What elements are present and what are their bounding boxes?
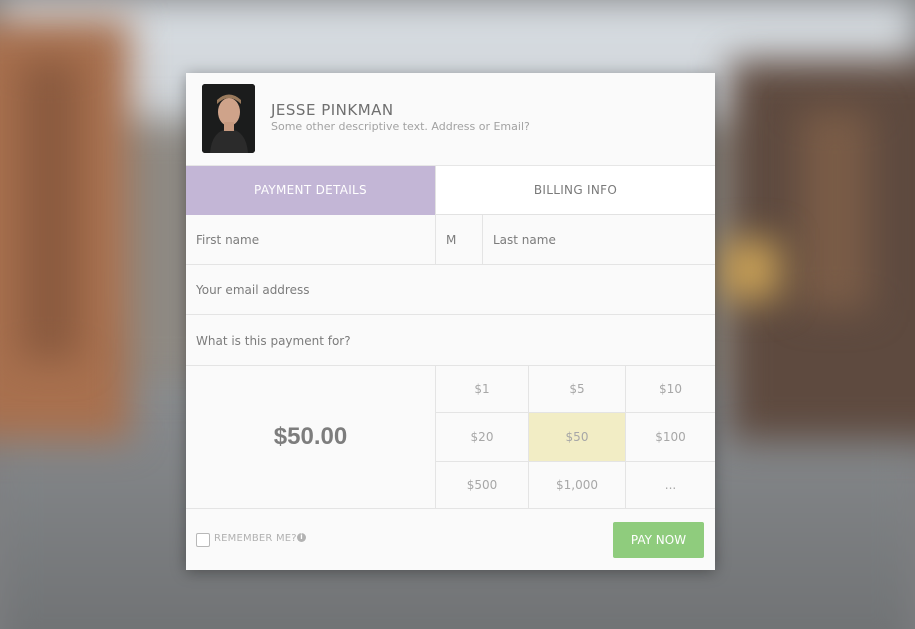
amount-options-grid: $1 $5 $10 $20 $50 $100 $500 $1,000 ...	[435, 366, 715, 508]
purpose-row	[186, 316, 715, 366]
avatar	[202, 84, 255, 153]
last-name-field[interactable]	[483, 215, 715, 264]
profile-header: JESSE PINKMAN Some other descriptive tex…	[186, 73, 715, 165]
remember-me-label: REMEMBER ME?	[214, 533, 297, 544]
remember-me-checkbox[interactable]	[196, 533, 210, 547]
amount-option-20[interactable]: $20	[436, 413, 529, 462]
total-amount: $50.00	[273, 423, 348, 450]
tab-payment-details[interactable]: PAYMENT DETAILS	[186, 166, 435, 215]
info-icon[interactable]: i	[297, 533, 306, 542]
tab-billing-info[interactable]: BILLING INFO	[435, 166, 715, 215]
amount-option-5[interactable]: $5	[529, 366, 626, 413]
payment-purpose-field[interactable]	[186, 316, 715, 365]
amount-option-1[interactable]: $1	[436, 366, 529, 413]
email-row	[186, 265, 715, 315]
payment-card: JESSE PINKMAN Some other descriptive tex…	[186, 73, 715, 570]
pay-now-button[interactable]: PAY NOW	[613, 522, 704, 558]
first-name-field[interactable]	[186, 215, 435, 264]
name-row	[186, 215, 715, 265]
middle-initial-field[interactable]	[436, 215, 482, 264]
amount-option-more[interactable]: ...	[626, 462, 715, 508]
amount-option-500[interactable]: $500	[436, 462, 529, 508]
profile-name: JESSE PINKMAN	[271, 101, 394, 119]
amount-option-100[interactable]: $100	[626, 413, 715, 462]
profile-description: Some other descriptive text. Address or …	[271, 120, 530, 133]
card-footer: REMEMBER ME? i PAY NOW	[186, 509, 715, 570]
amount-option-10[interactable]: $10	[626, 366, 715, 413]
amount-section: $50.00 $1 $5 $10 $20 $50 $100 $500 $1,00…	[186, 366, 715, 509]
amount-option-50-selected[interactable]: $50	[529, 413, 626, 462]
email-field[interactable]	[186, 265, 715, 314]
tab-bar: PAYMENT DETAILS BILLING INFO	[186, 165, 715, 216]
amount-option-1000[interactable]: $1,000	[529, 462, 626, 508]
